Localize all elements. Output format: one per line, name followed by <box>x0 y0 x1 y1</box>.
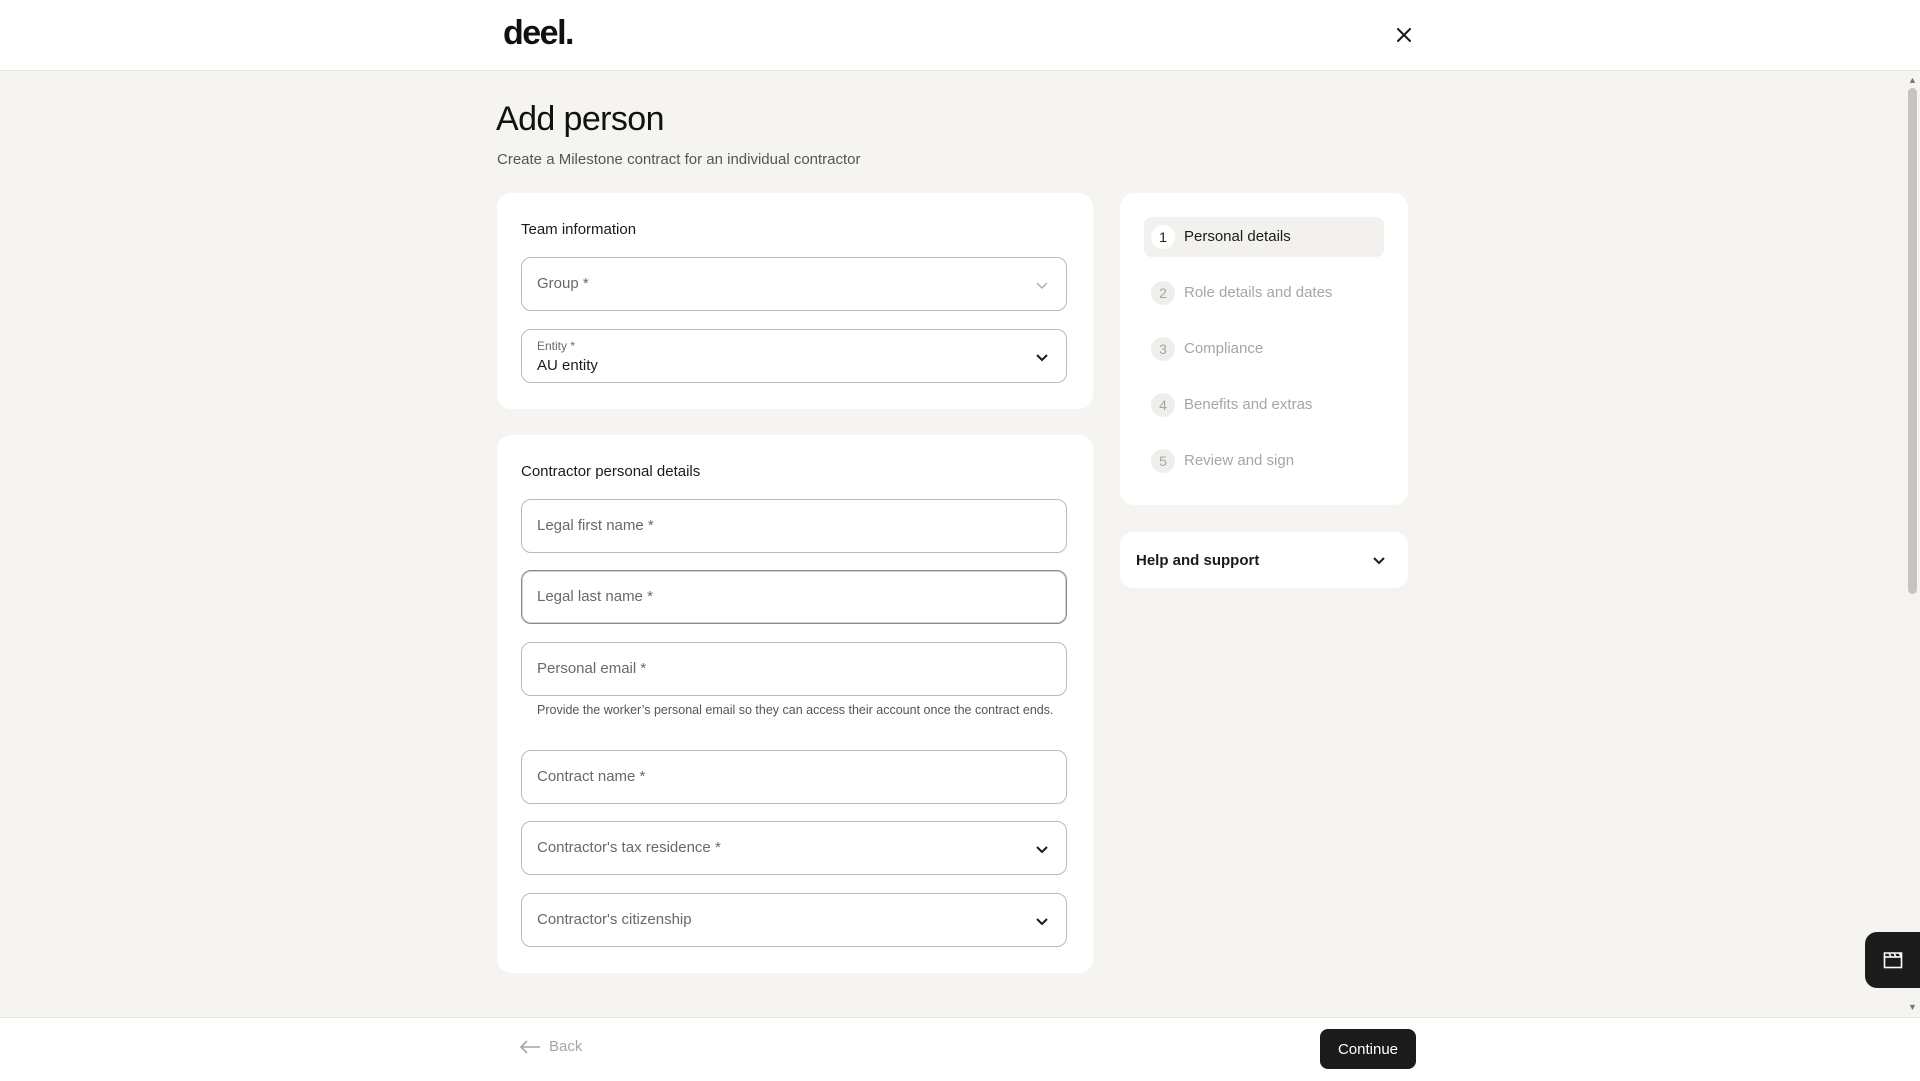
tax-residence-placeholder: Contractor's tax residence * <box>537 839 721 856</box>
scroll-up-arrow-icon[interactable]: ▲ <box>1908 76 1917 85</box>
step-label: Role details and dates <box>1184 284 1333 301</box>
tax-residence-select[interactable]: Contractor's tax residence * <box>521 821 1067 875</box>
step-benefits[interactable]: 4 Benefits and extras <box>1144 385 1384 425</box>
step-compliance[interactable]: 3 Compliance <box>1144 329 1384 369</box>
page-subtitle: Create a Milestone contract for an indiv… <box>497 151 861 168</box>
step-role-details[interactable]: 2 Role details and dates <box>1144 273 1384 313</box>
chevron-down-icon <box>1036 354 1048 362</box>
back-button[interactable]: Back <box>519 1038 582 1055</box>
deel-logo[interactable]: deel. <box>503 14 574 53</box>
contract-name-placeholder: Contract name * <box>537 768 646 785</box>
legal-first-name-input[interactable]: Legal first name * <box>521 499 1067 553</box>
steps-card: 1 Personal details 2 Role details and da… <box>1120 193 1408 505</box>
step-number: 3 <box>1151 337 1175 361</box>
step-label: Compliance <box>1184 340 1264 357</box>
close-icon <box>1397 28 1411 42</box>
chevron-down-icon <box>1036 918 1048 926</box>
scroll-down-arrow-icon[interactable]: ▼ <box>1908 1003 1917 1012</box>
step-label: Review and sign <box>1184 452 1295 469</box>
step-label: Benefits and extras <box>1184 396 1313 413</box>
top-bar: deel. <box>0 0 1920 71</box>
personal-email-placeholder: Personal email * <box>537 660 647 677</box>
group-placeholder: Group * <box>537 275 589 292</box>
continue-button[interactable]: Continue <box>1320 1029 1416 1069</box>
step-number: 1 <box>1151 225 1175 249</box>
entity-value: AU entity <box>537 357 598 374</box>
help-support-card[interactable]: Help and support <box>1120 532 1408 588</box>
step-number: 2 <box>1151 281 1175 305</box>
citizenship-placeholder: Contractor's citizenship <box>537 911 692 928</box>
chevron-down-icon <box>1036 282 1048 289</box>
scrollbar-thumb[interactable] <box>1908 88 1917 594</box>
footer-bar: Back Continue <box>0 1017 1920 1081</box>
arrow-left-icon <box>519 1039 540 1054</box>
back-label: Back <box>549 1038 583 1055</box>
step-label: Personal details <box>1184 228 1291 245</box>
help-support-title: Help and support <box>1136 552 1260 569</box>
step-number: 4 <box>1151 393 1175 417</box>
clapperboard-icon <box>1883 952 1903 969</box>
legal-first-name-placeholder: Legal first name * <box>537 517 654 534</box>
contract-name-input[interactable]: Contract name * <box>521 750 1067 804</box>
personal-email-input[interactable]: Personal email * <box>521 642 1067 696</box>
step-number: 5 <box>1151 449 1175 473</box>
legal-last-name-input[interactable]: Legal last name * <box>521 570 1067 624</box>
entity-label: Entity * <box>537 339 576 353</box>
step-review-sign[interactable]: 5 Review and sign <box>1144 441 1384 481</box>
contractor-details-title: Contractor personal details <box>521 463 701 480</box>
team-information-card: Team information Group * Entity * AU ent… <box>497 193 1093 409</box>
group-select[interactable]: Group * <box>521 257 1067 311</box>
personal-email-helper: Provide the worker’s personal email so t… <box>537 703 1054 717</box>
page-title: Add person <box>496 100 665 138</box>
chevron-down-icon <box>1036 846 1048 854</box>
close-button[interactable] <box>1391 22 1417 48</box>
team-information-title: Team information <box>521 221 637 238</box>
legal-last-name-placeholder: Legal last name * <box>537 588 653 605</box>
contractor-details-card: Contractor personal details Legal first … <box>497 435 1093 973</box>
entity-select[interactable]: Entity * AU entity <box>521 329 1067 383</box>
chevron-down-icon <box>1373 557 1385 565</box>
floating-widget-button[interactable] <box>1865 932 1920 988</box>
step-personal-details[interactable]: 1 Personal details <box>1144 217 1384 257</box>
citizenship-select[interactable]: Contractor's citizenship <box>521 893 1067 947</box>
